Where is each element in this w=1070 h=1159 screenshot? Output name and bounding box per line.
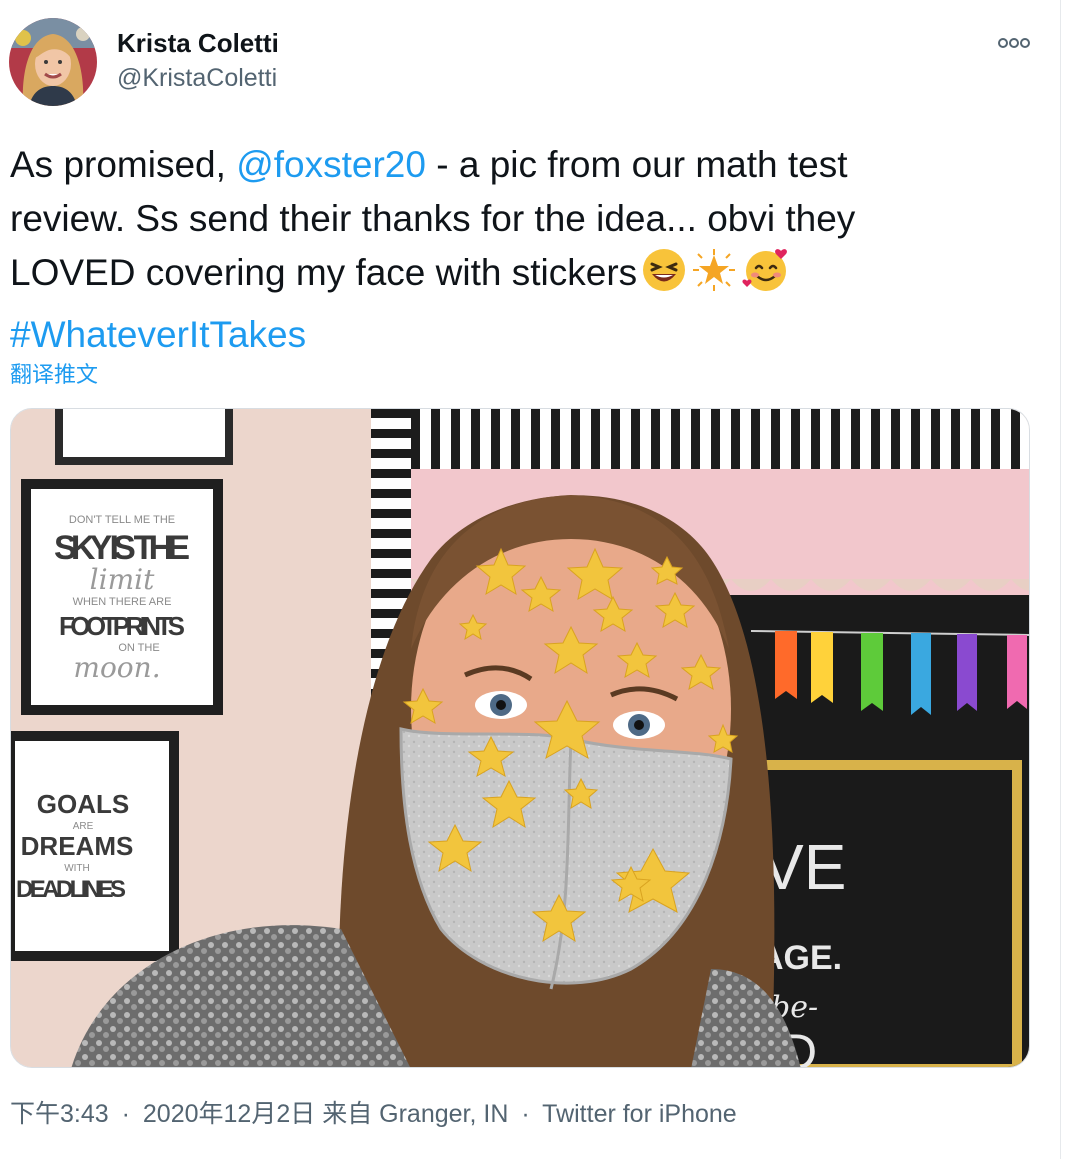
poster-sky-is-the-limit: DON'T TELL ME THE SKY IS THE limit WHEN … [21, 479, 223, 715]
meta-separator: · [121, 1100, 130, 1128]
classroom-selfie-image: DON'T TELL ME THE SKY IS THE limit WHEN … [11, 409, 1029, 1067]
tweet-location[interactable]: Granger, IN [379, 1100, 508, 1128]
poster-goals-are-dreams: GOALS ARE DREAMS WITH DEADLINES [11, 731, 179, 961]
tweet-time[interactable]: 下午3:43 [10, 1100, 109, 1128]
author-name[interactable]: Krista Coletti [117, 26, 279, 60]
poster1-text-4: WHEN THERE ARE [73, 596, 172, 608]
tweet-line-3: LOVED covering my face with stickers [10, 246, 970, 308]
poster2-text-4: WITH [64, 863, 90, 874]
tweet-line-1: As promised, @foxster20 - a pic from our… [10, 138, 970, 192]
tweet-text-segment: LOVED covering my face with stickers [10, 252, 638, 293]
meta-separator: · [521, 1100, 530, 1128]
tweet-source[interactable]: Twitter for iPhone [542, 1100, 737, 1128]
poster1-text-5: FOOTPRINTS [59, 611, 185, 641]
poster1-text-7: moon. [73, 651, 160, 684]
right-divider [1060, 0, 1061, 1159]
poster1-text-1: DON'T TELL ME THE [69, 514, 175, 526]
tweet-text-segment: As promised, [10, 144, 237, 185]
profile-photo-icon [9, 18, 97, 106]
star-emoji-icon [691, 247, 737, 308]
smiling-face-with-hearts-emoji-icon [741, 247, 791, 308]
tweet-text: As promised, @foxster20 - a pic from our… [10, 138, 970, 362]
mention-link[interactable]: @foxster20 [236, 144, 426, 185]
hashtag-link[interactable]: #WhateverItTakes [10, 308, 970, 362]
poster2-text-5: DEADLINES [16, 876, 126, 903]
author-handle[interactable]: @KristaColetti [117, 62, 277, 94]
tweet-text-segment: - a pic from our math test [425, 144, 848, 185]
avatar[interactable] [9, 18, 97, 106]
translate-tweet-link[interactable]: 翻译推文 [10, 360, 98, 390]
poster1-text-2: SKY IS THE [54, 529, 190, 567]
more-options-button[interactable] [994, 30, 1034, 56]
picture-frame-top [55, 409, 233, 465]
poster2-text-1: GOALS [37, 789, 129, 819]
poster2-text-3: DREAMS [21, 831, 134, 861]
poster1-text-3: limit [90, 563, 155, 596]
tweet-photo[interactable]: DON'T TELL ME THE SKY IS THE limit WHEN … [10, 408, 1030, 1068]
laughing-face-emoji-icon [641, 247, 687, 308]
more-horizontal-icon [998, 38, 1030, 48]
tweet-meta: 下午3:43 · 2020年12月2日 来自 Granger, IN · Twi… [10, 1098, 737, 1130]
tweet-date[interactable]: 2020年12月2日 [143, 1100, 315, 1128]
location-prefix: 来自 [322, 1100, 373, 1128]
tweet-line-2: review. Ss send their thanks for the ide… [10, 198, 856, 239]
